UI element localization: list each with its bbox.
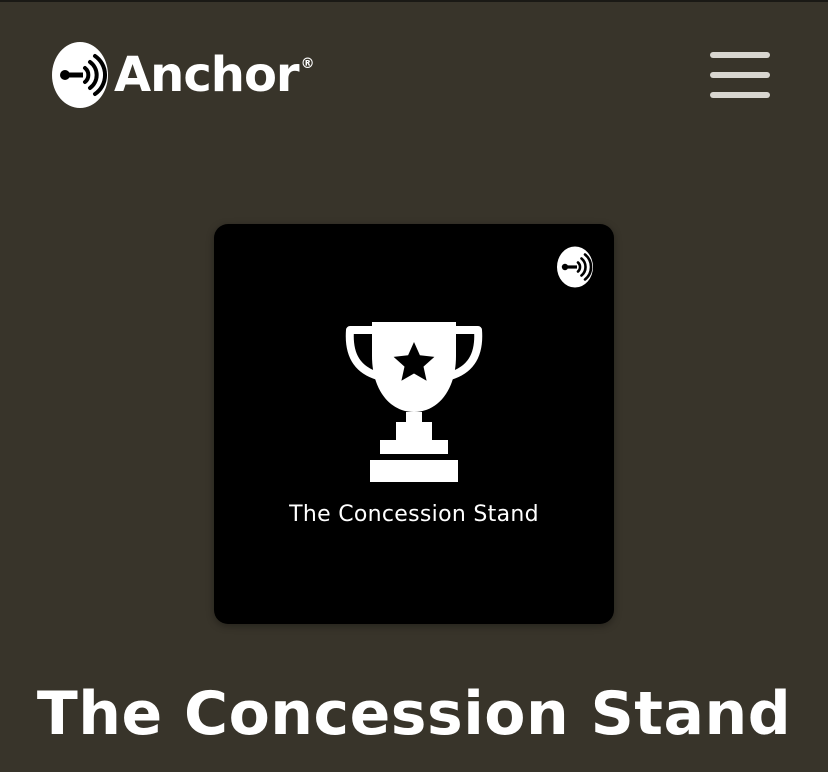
trophy-icon [345,322,483,482]
menu-bar-bottom [710,92,770,98]
cover-caption: The Concession Stand [289,502,539,527]
anchor-badge-icon [557,246,593,288]
brand-name: Anchor [114,47,300,103]
menu-bar-middle [710,72,770,78]
hamburger-menu-button[interactable] [706,50,772,102]
podcast-title: The Concession Stand [36,679,792,749]
podcast-cover-art: The Concession Stand [214,224,614,624]
anchor-brand-link[interactable]: Anchor ® [52,42,315,108]
registered-mark: ® [300,56,315,72]
site-header: Anchor ® [0,0,828,150]
menu-bar-top [710,52,770,58]
anchor-logo-icon [52,42,108,108]
